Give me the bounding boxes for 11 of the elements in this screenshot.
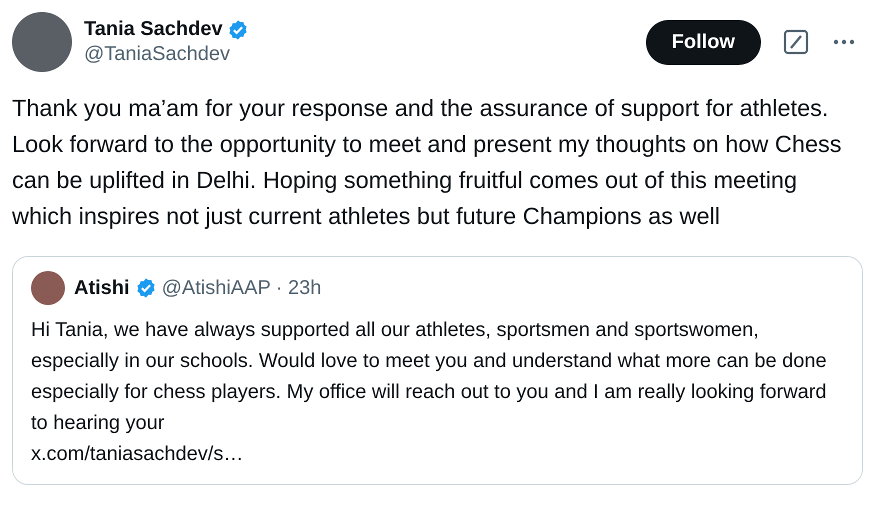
quoted-author-name[interactable]: Atishi — [74, 276, 130, 300]
follow-button[interactable]: Follow — [646, 20, 761, 64]
post-text: Thank you ma’am for your response and the assurance of support for athletes. Look forward to the opportunity to meet and present my thoughts on how Chess can be uplifted in Delhi. Hoping something fruitful comes out of this meeting which inspires not just current athletes but future Champions as well — [11, 94, 843, 231]
author-name[interactable]: Tania Sachdev — [84, 18, 223, 41]
post-time: · 23h — [276, 276, 322, 300]
slash-square-icon[interactable] — [783, 29, 809, 55]
avatar-photo[interactable] — [31, 271, 65, 305]
quoted-author-handle[interactable]: @AtishiAAP — [162, 276, 271, 300]
author-handle[interactable]: @TaniaSachdev — [84, 43, 634, 66]
quoted-post-card[interactable] — [12, 256, 863, 485]
post-link[interactable]: x.com/taniasachdev/s… — [31, 439, 844, 470]
